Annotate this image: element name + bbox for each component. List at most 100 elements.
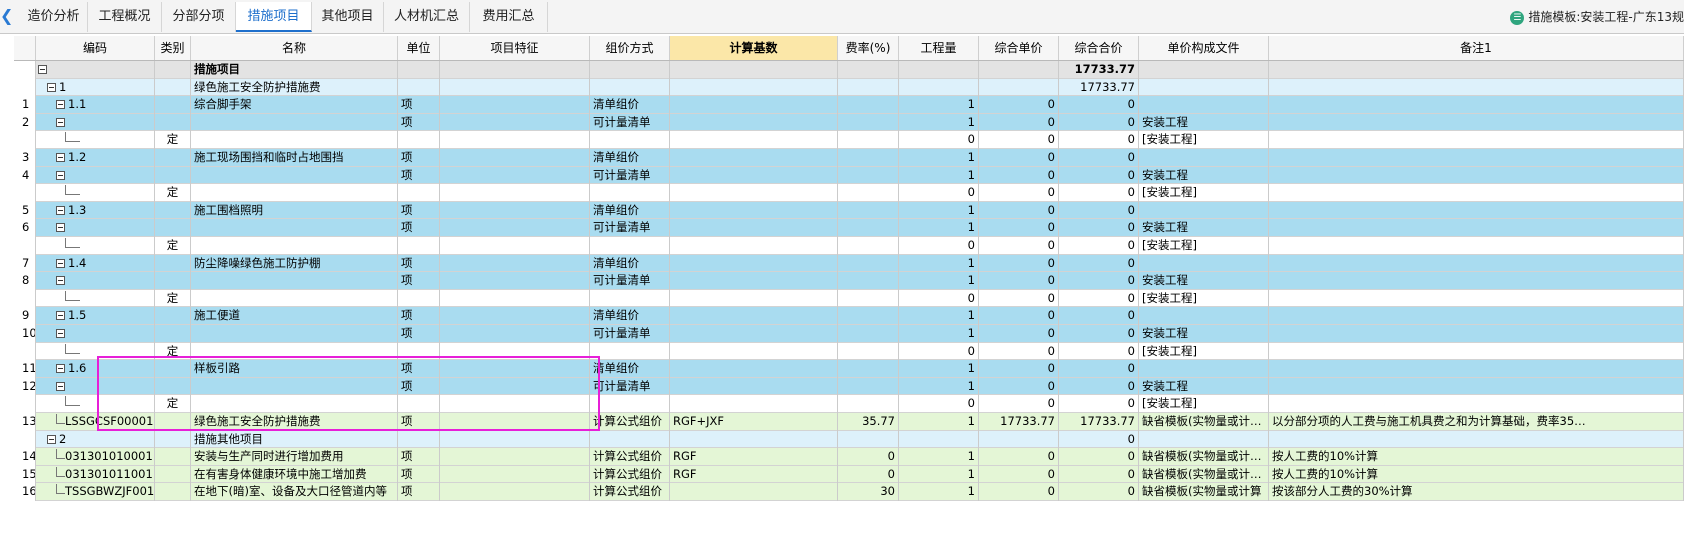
cell-rate[interactable]	[838, 184, 899, 202]
cell-unit[interactable]	[398, 61, 440, 79]
cell-feature[interactable]	[440, 307, 590, 325]
cell-type[interactable]	[155, 61, 191, 79]
cell-file[interactable]	[1139, 96, 1269, 114]
cell-feature[interactable]	[440, 78, 590, 97]
table-row[interactable]: 2 措施其他项目 0	[14, 430, 1684, 449]
cell-base[interactable]	[670, 360, 838, 378]
cell-price[interactable]: 0	[979, 96, 1059, 114]
table-row[interactable]: 8 项可计量清单 1 0 0 安装工程	[14, 272, 1684, 290]
cell-note[interactable]	[1269, 61, 1684, 79]
cell-name[interactable]	[191, 395, 398, 413]
cell-code[interactable]	[36, 219, 155, 237]
cell-unit[interactable]	[398, 131, 440, 149]
cell-unit[interactable]: 项	[398, 413, 440, 431]
cell-feature[interactable]	[440, 342, 590, 361]
cell-code[interactable]	[36, 166, 155, 185]
cell-note[interactable]	[1269, 342, 1684, 361]
cell-feature[interactable]	[440, 61, 590, 79]
table-row[interactable]: 12 项可计量清单 1 0 0 安装工程	[14, 377, 1684, 396]
cell-base[interactable]	[670, 113, 838, 132]
cell-base[interactable]	[670, 219, 838, 237]
cell-qty[interactable]: 0	[899, 237, 979, 255]
collapse-toggle-icon[interactable]	[56, 153, 65, 162]
cell-base[interactable]	[670, 237, 838, 255]
cell-rate[interactable]	[838, 254, 899, 273]
cell-note[interactable]	[1269, 184, 1684, 202]
cell-total[interactable]: 0	[1059, 325, 1139, 343]
cell-method[interactable]: 可计量清单	[590, 377, 670, 396]
table-row[interactable]: 10 项可计量清单 1 0 0 安装工程	[14, 325, 1684, 343]
cell-feature[interactable]	[440, 149, 590, 167]
cell-price[interactable]: 0	[979, 448, 1059, 466]
template-indicator[interactable]: ☰ 措施模板:安装工程-广东13规	[1510, 8, 1684, 26]
cell-unit[interactable]: 项	[398, 219, 440, 237]
cell-feature[interactable]	[440, 219, 590, 237]
tab-2[interactable]: 分部分项	[162, 2, 236, 32]
cell-note[interactable]	[1269, 377, 1684, 396]
cell-feature[interactable]	[440, 201, 590, 220]
cell-file[interactable]: 缺省模板(实物量或计…	[1139, 448, 1269, 466]
cell-qty[interactable]: 1	[899, 307, 979, 325]
cell-type[interactable]	[155, 254, 191, 273]
cell-name[interactable]: 在有害身体健康环境中施工增加费	[191, 465, 398, 484]
cell-file[interactable]: [安装工程]	[1139, 184, 1269, 202]
cell-code[interactable]: 031301010001	[36, 448, 155, 466]
cell-code[interactable]	[36, 272, 155, 290]
cell-total[interactable]: 0	[1059, 201, 1139, 220]
table-row[interactable]: 定 0 0 0 [安装工程]	[14, 342, 1684, 361]
cell-code[interactable]: 2	[36, 430, 155, 449]
tab-1[interactable]: 工程概况	[88, 2, 162, 32]
cell-rate[interactable]	[838, 131, 899, 149]
cell-feature[interactable]	[440, 465, 590, 484]
cell-rate[interactable]	[838, 325, 899, 343]
cell-method[interactable]	[590, 395, 670, 413]
cell-qty[interactable]: 0	[899, 395, 979, 413]
cell-file[interactable]: 安装工程	[1139, 325, 1269, 343]
cell-code[interactable]: 1.1	[36, 96, 155, 114]
cell-name[interactable]	[191, 184, 398, 202]
cell-qty[interactable]: 1	[899, 219, 979, 237]
cell-file[interactable]: [安装工程]	[1139, 289, 1269, 308]
cell-unit[interactable]: 项	[398, 465, 440, 484]
cell-price[interactable]: 0	[979, 289, 1059, 308]
cell-feature[interactable]	[440, 96, 590, 114]
cell-code[interactable]	[36, 61, 155, 79]
collapse-toggle-icon[interactable]	[56, 205, 65, 215]
cell-base[interactable]: RGF	[670, 448, 838, 466]
cell-qty[interactable]: 1	[899, 483, 979, 501]
table-row[interactable]: 9 1.5 施工便道项清单组价 1 0 0	[14, 307, 1684, 325]
cell-name[interactable]	[191, 325, 398, 343]
cell-file[interactable]	[1139, 61, 1269, 79]
cell-note[interactable]: 按人工费的10%计算	[1269, 465, 1684, 484]
cell-file[interactable]: 缺省模板(实物量或计…	[1139, 465, 1269, 484]
tab-0[interactable]: 造价分析	[20, 2, 88, 32]
cell-feature[interactable]	[440, 413, 590, 431]
cell-file[interactable]: 安装工程	[1139, 377, 1269, 396]
cell-type[interactable]	[155, 166, 191, 185]
cell-note[interactable]: 按该部分人工费的30%计算	[1269, 483, 1684, 501]
cell-code[interactable]	[36, 184, 155, 202]
cell-rate[interactable]	[838, 289, 899, 308]
cell-unit[interactable]: 项	[398, 113, 440, 132]
cell-qty[interactable]	[899, 78, 979, 97]
cell-feature[interactable]	[440, 289, 590, 308]
cell-total[interactable]: 0	[1059, 272, 1139, 290]
cell-base[interactable]	[670, 254, 838, 273]
cell-total[interactable]: 0	[1059, 360, 1139, 378]
cell-total[interactable]: 0	[1059, 307, 1139, 325]
cell-method[interactable]: 清单组价	[590, 96, 670, 114]
cell-name[interactable]: 绿色施工安全防护措施费	[191, 413, 398, 431]
cell-rate[interactable]	[838, 430, 899, 449]
table-row[interactable]: 6 项可计量清单 1 0 0 安装工程	[14, 219, 1684, 237]
collapse-toggle-icon[interactable]	[56, 364, 65, 374]
cell-note[interactable]: 按人工费的10%计算	[1269, 448, 1684, 466]
cell-qty[interactable]: 1	[899, 96, 979, 114]
collapse-toggle-icon[interactable]	[47, 434, 56, 444]
cell-price[interactable]: 0	[979, 377, 1059, 396]
cell-base[interactable]	[670, 184, 838, 202]
cell-qty[interactable]: 1	[899, 254, 979, 273]
table-row[interactable]: 11 1.6 样板引路项清单组价 1 0 0	[14, 360, 1684, 378]
table-row[interactable]: 16 TSSGBWZJF001 在地下(暗)室、设备及大口径管道内等项 计算公式组价 3…	[14, 483, 1684, 501]
cell-price[interactable]	[979, 430, 1059, 449]
collapse-toggle-icon[interactable]	[56, 329, 65, 338]
